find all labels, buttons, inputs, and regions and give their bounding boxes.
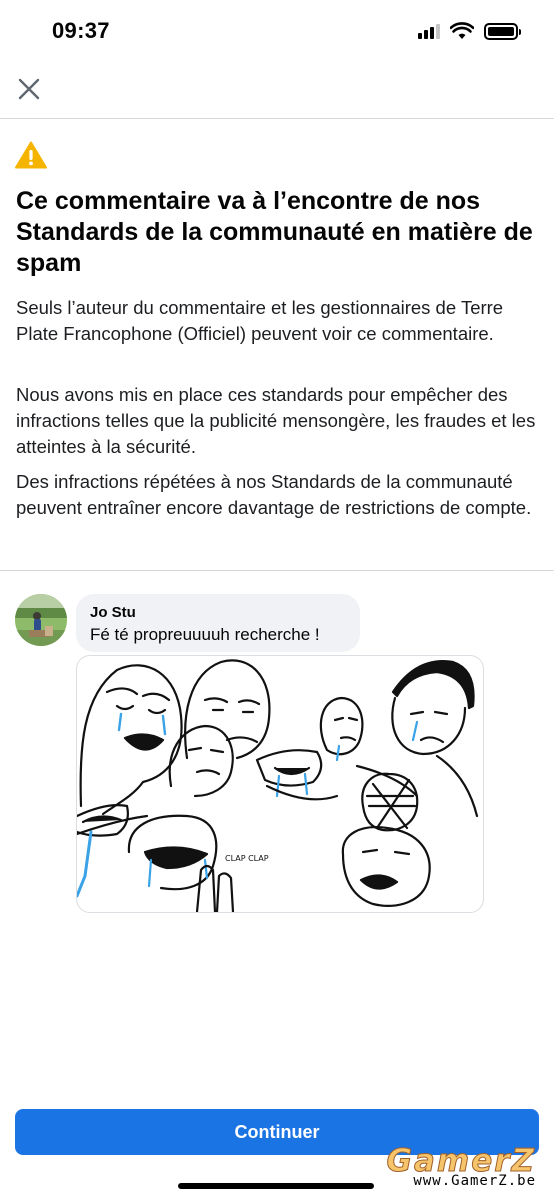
status-icons	[418, 22, 521, 40]
notice-paragraph: Nous avons mis en place ces standards po…	[16, 384, 536, 457]
warning-icon	[15, 141, 47, 169]
avatar[interactable]	[15, 594, 67, 646]
comment-image[interactable]: CLAP CLAP	[76, 655, 484, 913]
status-bar: 09:37	[0, 0, 554, 62]
battery-icon	[484, 22, 521, 40]
divider	[0, 570, 554, 571]
home-indicator[interactable]	[178, 1183, 374, 1189]
watermark: GamerZ www.GamerZ.be	[386, 1143, 536, 1190]
top-bar	[0, 62, 554, 119]
comment-bubble[interactable]: Jo Stu Fé té propreuuuuh recherche !	[76, 594, 360, 652]
status-time: 09:37	[52, 18, 110, 43]
notice-paragraph: Seuls l’auteur du commentaire et les ges…	[16, 297, 504, 344]
meme-caption: CLAP CLAP	[225, 854, 269, 863]
notice-title: Ce commentaire va à l’encontre de nos St…	[16, 187, 533, 277]
close-icon[interactable]	[14, 74, 44, 104]
comment-author[interactable]: Jo Stu	[90, 604, 346, 622]
cellular-signal-icon	[418, 23, 440, 39]
wifi-icon	[450, 22, 474, 39]
notice-paragraph: Des infractions répétées à nos Standards…	[16, 471, 532, 518]
comment-text: Fé té propreuuuuh recherche !	[90, 625, 320, 644]
